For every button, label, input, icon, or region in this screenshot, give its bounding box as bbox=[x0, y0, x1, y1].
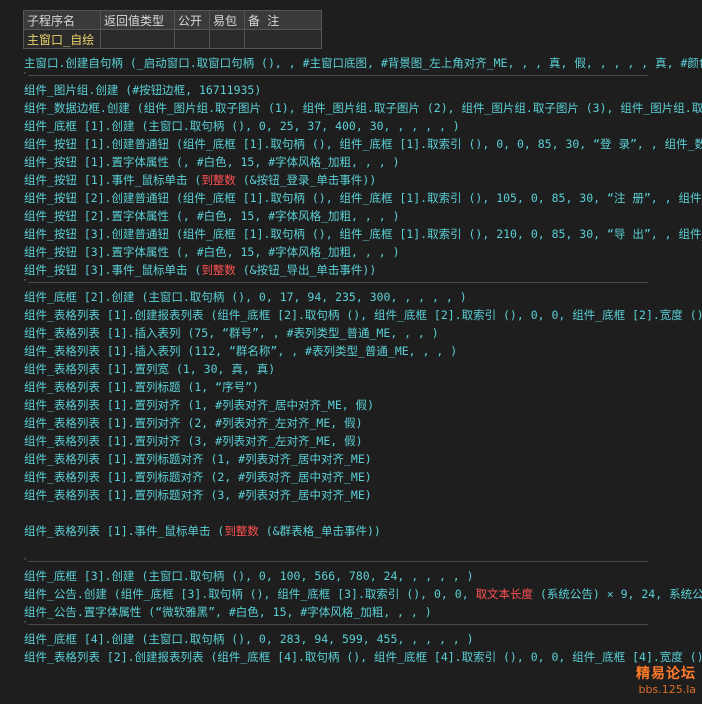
code-token: 组件_表格列表 [1].事件_鼠标单击 ( bbox=[24, 524, 225, 538]
code-token: 组件_数据边框.创建 (组件_图片组.取子图片 (1), 组件_图片组.取子图片… bbox=[24, 101, 702, 115]
col-easy-package[interactable]: 易包 bbox=[209, 10, 245, 30]
code-token: 组件_按钮 [1].置字体属性 (, #白色, 15, #字体风格_加粗, , … bbox=[24, 155, 400, 169]
code-line[interactable]: 组件_表格列表 [1].置列标题对齐 (2, #列表对齐_居中对齐_ME) bbox=[24, 468, 702, 486]
code-token: 组件_表格列表 [1].置列标题对齐 (3, #列表对齐_居中对齐_ME) bbox=[24, 488, 372, 502]
code-line[interactable]: 组件_表格列表 [1].创建报表列表 (组件_底框 [2].取句柄 (), 组件… bbox=[24, 306, 702, 324]
subroutine-header-table: 子程序名 返回值类型 公开 易包 备 注 主窗口_自绘 bbox=[23, 10, 322, 49]
comment-tick: ' bbox=[24, 558, 28, 567]
code-line[interactable]: 组件_按钮 [2].置字体属性 (, #白色, 15, #字体风格_加粗, , … bbox=[24, 207, 702, 225]
code-line[interactable]: 组件_图片组.创建 (#按钮边框, 16711935) bbox=[24, 81, 702, 99]
table-row: 主窗口_自绘 bbox=[23, 29, 322, 49]
separator-line: ' bbox=[24, 72, 702, 81]
code-token: 组件_表格列表 [1].插入表列 (75, “群号”, , #表列类型_普通_M… bbox=[24, 326, 439, 340]
separator-line: ' bbox=[24, 621, 702, 630]
code-token: 组件_表格列表 [1].创建报表列表 (组件_底框 [2].取句柄 (), 组件… bbox=[24, 308, 702, 322]
builtin-function-token: 到整数 bbox=[224, 524, 259, 538]
code-line[interactable]: 组件_按钮 [2].创建普通钮 (组件_底框 [1].取句柄 (), 组件_底框… bbox=[24, 189, 702, 207]
public-cell[interactable] bbox=[174, 29, 210, 49]
table-header-row: 子程序名 返回值类型 公开 易包 备 注 bbox=[23, 10, 322, 30]
code-line[interactable]: 组件_按钮 [1].事件_鼠标单击 (到整数 (&按钮_登录_单击事件)) bbox=[24, 171, 702, 189]
easy-package-cell[interactable] bbox=[209, 29, 245, 49]
code-line[interactable]: 组件_公告.置字体属性 (“微软雅黑”, #白色, 15, #字体风格_加粗, … bbox=[24, 603, 702, 621]
code-token: 组件_按钮 [3].事件_鼠标单击 ( bbox=[24, 263, 202, 277]
code-token: 组件_底框 [3].创建 (主窗口.取句柄 (), 0, 100, 566, 7… bbox=[24, 569, 474, 583]
code-token: 组件_按钮 [2].置字体属性 (, #白色, 15, #字体风格_加粗, , … bbox=[24, 209, 400, 223]
code-line[interactable]: 组件_按钮 [3].事件_鼠标单击 (到整数 (&按钮_导出_单击事件)) bbox=[24, 261, 702, 279]
code-token: 组件_表格列表 [1].置列对齐 (2, #列表对齐_左对齐_ME, 假) bbox=[24, 416, 363, 430]
code-token: 组件_表格列表 [1].置列对齐 (3, #列表对齐_左对齐_ME, 假) bbox=[24, 434, 363, 448]
code-line[interactable]: 组件_底框 [3].创建 (主窗口.取句柄 (), 0, 100, 566, 7… bbox=[24, 567, 702, 585]
code-token: 组件_表格列表 [1].置列对齐 (1, #列表对齐_居中对齐_ME, 假) bbox=[24, 398, 375, 412]
forum-watermark: 精易论坛 bbs.125.la bbox=[636, 663, 696, 696]
comment-tick: ' bbox=[24, 621, 28, 630]
code-token: 组件_表格列表 [1].置列标题对齐 (1, #列表对齐_居中对齐_ME) bbox=[24, 452, 372, 466]
subroutine-name-cell[interactable]: 主窗口_自绘 bbox=[23, 29, 101, 49]
col-remark[interactable]: 备 注 bbox=[244, 10, 322, 30]
code-token: 组件_底框 [1].创建 (主窗口.取句柄 (), 0, 25, 37, 400… bbox=[24, 119, 460, 133]
code-token: 组件_图片组.创建 (#按钮边框, 16711935) bbox=[24, 83, 262, 97]
col-return-type[interactable]: 返回值类型 bbox=[100, 10, 175, 30]
comment-tick: ' bbox=[24, 72, 28, 81]
code-token: 组件_按钮 [3].创建普通钮 (组件_底框 [1].取句柄 (), 组件_底框… bbox=[24, 227, 702, 241]
code-token: 组件_表格列表 [1].置列标题对齐 (2, #列表对齐_居中对齐_ME) bbox=[24, 470, 372, 484]
code-line[interactable]: 组件_表格列表 [1].置列标题对齐 (1, #列表对齐_居中对齐_ME) bbox=[24, 450, 702, 468]
code-line[interactable]: 组件_表格列表 [1].置列对齐 (1, #列表对齐_居中对齐_ME, 假) bbox=[24, 396, 702, 414]
code-token: 组件_按钮 [1].事件_鼠标单击 ( bbox=[24, 173, 202, 187]
code-token: (&群表格_单击事件)) bbox=[258, 524, 381, 538]
code-line[interactable]: 组件_表格列表 [1].置列对齐 (3, #列表对齐_左对齐_ME, 假) bbox=[24, 432, 702, 450]
code-token: 组件_表格列表 [1].插入表列 (112, “群名称”, , #表列类型_普通… bbox=[24, 344, 458, 358]
code-line[interactable]: 组件_表格列表 [2].创建报表列表 (组件_底框 [4].取句柄 (), 组件… bbox=[24, 648, 702, 666]
code-line[interactable]: 组件_按钮 [3].置字体属性 (, #白色, 15, #字体风格_加粗, , … bbox=[24, 243, 702, 261]
code-line[interactable]: 组件_数据边框.创建 (组件_图片组.取子图片 (1), 组件_图片组.取子图片… bbox=[24, 99, 702, 117]
code-token: 组件_按钮 [2].创建普通钮 (组件_底框 [1].取句柄 (), 组件_底框… bbox=[24, 191, 702, 205]
code-line[interactable]: 组件_按钮 [3].创建普通钮 (组件_底框 [1].取句柄 (), 组件_底框… bbox=[24, 225, 702, 243]
col-public[interactable]: 公开 bbox=[174, 10, 210, 30]
code-line[interactable]: 组件_按钮 [1].创建普通钮 (组件_底框 [1].取句柄 (), 组件_底框… bbox=[24, 135, 702, 153]
watermark-url: bbs.125.la bbox=[638, 683, 696, 696]
code-line[interactable]: 组件_底框 [4].创建 (主窗口.取句柄 (), 0, 283, 94, 59… bbox=[24, 630, 702, 648]
code-editor[interactable]: 主窗口.创建自句柄 (_启动窗口.取窗口句柄 (), , #主窗口底图, #背景… bbox=[24, 54, 702, 666]
code-token: 组件_底框 [4].创建 (主窗口.取句柄 (), 0, 283, 94, 59… bbox=[24, 632, 474, 646]
code-line[interactable]: 组件_底框 [2].创建 (主窗口.取句柄 (), 0, 17, 94, 235… bbox=[24, 288, 702, 306]
code-token: 组件_表格列表 [2].创建报表列表 (组件_底框 [4].取句柄 (), 组件… bbox=[24, 650, 702, 664]
code-token: 组件_公告.置字体属性 (“微软雅黑”, #白色, 15, #字体风格_加粗, … bbox=[24, 605, 432, 619]
separator-line: ' bbox=[24, 558, 702, 567]
code-line[interactable]: 组件_表格列表 [1].置列标题对齐 (3, #列表对齐_居中对齐_ME) bbox=[24, 486, 702, 504]
code-line[interactable]: 组件_表格列表 [1].事件_鼠标单击 (到整数 (&群表格_单击事件)) bbox=[24, 522, 702, 540]
code-line[interactable]: 组件_表格列表 [1].插入表列 (75, “群号”, , #表列类型_普通_M… bbox=[24, 324, 702, 342]
code-token: 组件_公告.创建 (组件_底框 [3].取句柄 (), 组件_底框 [3].取索… bbox=[24, 587, 476, 601]
code-line[interactable]: 组件_按钮 [1].置字体属性 (, #白色, 15, #字体风格_加粗, , … bbox=[24, 153, 702, 171]
code-line[interactable]: 组件_表格列表 [1].置列宽 (1, 30, 真, 真) bbox=[24, 360, 702, 378]
separator-line: ' bbox=[24, 279, 702, 288]
code-token: (系统公告) × 9, 24, 系统公告, bbox=[539, 587, 702, 601]
comment-tick: ' bbox=[24, 279, 28, 288]
code-token: 组件_表格列表 [1].置列标题 (1, “序号”) bbox=[24, 380, 259, 394]
code-line[interactable]: 组件_公告.创建 (组件_底框 [3].取句柄 (), 组件_底框 [3].取索… bbox=[24, 585, 702, 603]
return-type-cell[interactable] bbox=[100, 29, 175, 49]
code-token: 组件_按钮 [3].置字体属性 (, #白色, 15, #字体风格_加粗, , … bbox=[24, 245, 400, 259]
code-token: 主窗口.创建自句柄 (_启动窗口.取窗口句柄 (), , #主窗口底图, #背景… bbox=[24, 56, 702, 70]
code-token: 组件_按钮 [1].创建普通钮 (组件_底框 [1].取句柄 (), 组件_底框… bbox=[24, 137, 702, 151]
builtin-function-token: 取文本长度 bbox=[475, 587, 534, 601]
col-subroutine-name[interactable]: 子程序名 bbox=[23, 10, 101, 30]
code-token: 组件_表格列表 [1].置列宽 (1, 30, 真, 真) bbox=[24, 362, 276, 376]
code-token: (&按钮_登录_单击事件)) bbox=[235, 173, 377, 187]
code-token: (&按钮_导出_单击事件)) bbox=[235, 263, 377, 277]
remark-cell[interactable] bbox=[244, 29, 322, 49]
builtin-function-token: 到整数 bbox=[201, 263, 236, 277]
code-line[interactable]: 组件_表格列表 [1].置列对齐 (2, #列表对齐_左对齐_ME, 假) bbox=[24, 414, 702, 432]
code-line[interactable]: 主窗口.创建自句柄 (_启动窗口.取窗口句柄 (), , #主窗口底图, #背景… bbox=[24, 54, 702, 72]
watermark-title: 精易论坛 bbox=[636, 666, 696, 682]
code-line[interactable]: 组件_表格列表 [1].插入表列 (112, “群名称”, , #表列类型_普通… bbox=[24, 342, 702, 360]
builtin-function-token: 到整数 bbox=[201, 173, 236, 187]
code-line[interactable]: 组件_底框 [1].创建 (主窗口.取句柄 (), 0, 25, 37, 400… bbox=[24, 117, 702, 135]
code-line[interactable]: 组件_表格列表 [1].置列标题 (1, “序号”) bbox=[24, 378, 702, 396]
code-token: 组件_底框 [2].创建 (主窗口.取句柄 (), 0, 17, 94, 235… bbox=[24, 290, 467, 304]
